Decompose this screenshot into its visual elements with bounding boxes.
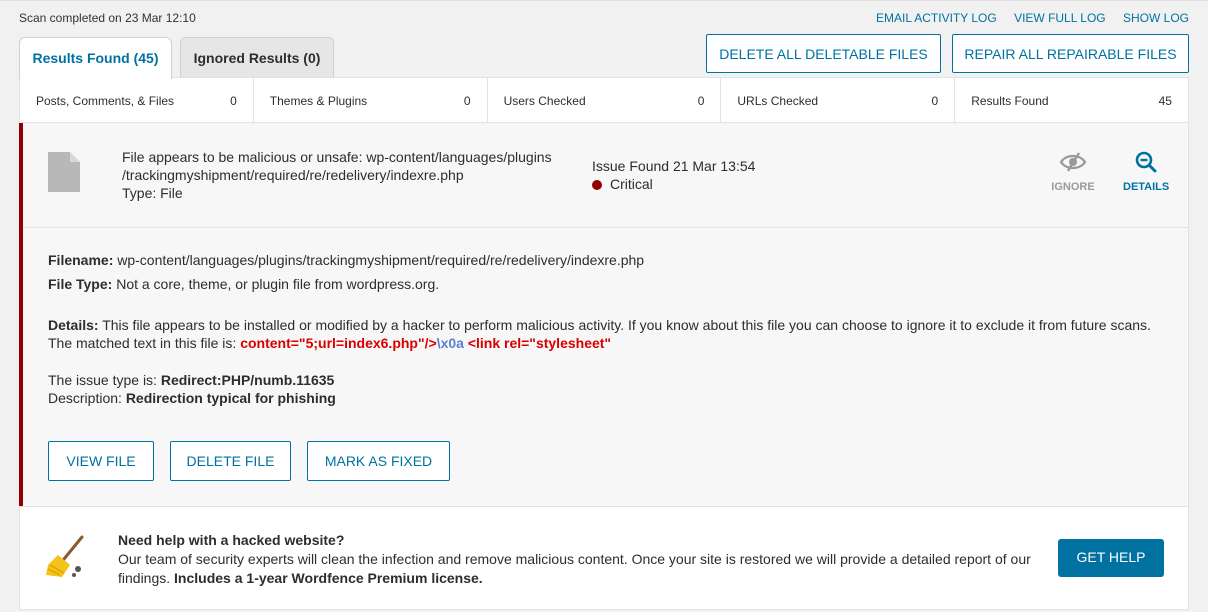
severity-dot-icon <box>592 180 602 191</box>
zoom-out-icon <box>1135 151 1157 173</box>
details-button[interactable]: DETAILS <box>1123 151 1169 193</box>
issue-found-date: Issue Found 21 Mar 13:54 <box>592 158 756 174</box>
view-file-button[interactable]: VIEW FILE <box>48 441 154 481</box>
issue-type-value: Redirect:PHP/numb.11635 <box>160 372 335 388</box>
stat-label: Users Checked <box>503 94 586 108</box>
stat-value: 45 <box>1158 94 1172 108</box>
get-help-button[interactable]: GET HELP <box>1058 539 1164 577</box>
severity: Critical <box>592 175 755 193</box>
description-label: Description: <box>48 390 122 406</box>
severity-label: Critical <box>610 176 653 192</box>
broom-icon <box>46 535 84 577</box>
stat-value: 0 <box>931 94 939 108</box>
filetype-label: File Type: <box>48 276 113 292</box>
issue-type: Type: File <box>122 185 183 201</box>
view-full-log-link[interactable]: VIEW FULL LOG <box>1014 11 1106 25</box>
description-value: Redirection typical for phishing <box>125 390 336 406</box>
repair-all-repairable-button[interactable]: REPAIR ALL REPAIRABLE FILES <box>952 34 1189 73</box>
issue-header: File appears to be malicious or unsafe: … <box>23 123 1189 228</box>
stat-themes-plugins: Themes & Plugins 0 <box>254 78 488 122</box>
matched-text-row: The matched text in this file is: conten… <box>48 334 1168 352</box>
ignore-button[interactable]: IGNORE <box>1050 151 1096 193</box>
scan-stats-bar: Posts, Comments, & Files 0 Themes & Plug… <box>19 77 1189 123</box>
details-label: DETAILS <box>1123 181 1170 193</box>
details-label: Details: <box>48 317 99 333</box>
file-icon <box>48 152 80 192</box>
filetype-value: Not a core, theme, or plugin file from w… <box>116 276 440 292</box>
stat-label: Results Found <box>971 94 1049 108</box>
stat-users-checked: Users Checked 0 <box>488 78 722 122</box>
stat-value: 0 <box>463 94 471 108</box>
matched-text-part: <link rel="stylesheet" <box>463 335 612 351</box>
details-text: This file appears to be installed or mod… <box>102 317 1151 333</box>
delete-all-deletable-button[interactable]: DELETE ALL DELETABLE FILES <box>706 34 941 73</box>
issue-panel: File appears to be malicious or unsafe: … <box>19 123 1189 506</box>
stat-posts-comments-files: Posts, Comments, & Files 0 <box>20 78 254 122</box>
filename-row: Filename: wp-content/languages/plugins/t… <box>48 251 1168 269</box>
issue-title: File appears to be malicious or unsafe: … <box>122 148 572 202</box>
help-panel: Need help with a hacked website? Our tea… <box>19 506 1189 610</box>
help-text: Need help with a hacked website? Our tea… <box>118 531 1043 588</box>
show-log-link[interactable]: SHOW LOG <box>1123 11 1189 25</box>
details-row: Details: This file appears to be install… <box>48 316 1168 334</box>
mark-as-fixed-button[interactable]: MARK AS FIXED <box>307 441 450 481</box>
delete-file-button[interactable]: DELETE FILE <box>170 441 291 481</box>
help-title: Need help with a hacked website? <box>118 532 345 548</box>
top-links: EMAIL ACTIVITY LOG VIEW FULL LOG SHOW LO… <box>862 11 1189 25</box>
eye-slash-icon <box>1059 152 1087 172</box>
filetype-row: File Type: Not a core, theme, or plugin … <box>48 275 1168 293</box>
issue-title-line: File appears to be malicious or unsafe: … <box>122 149 552 165</box>
stat-label: Themes & Plugins <box>269 94 368 108</box>
stat-urls-checked: URLs Checked 0 <box>721 78 956 122</box>
stat-label: URLs Checked <box>737 94 819 108</box>
help-license-note: Includes a 1-year Wordfence Premium lice… <box>174 570 483 586</box>
matched-text-part: content="5;url=index6.php"/> <box>240 335 437 351</box>
matched-prefix: The matched text in this file is: <box>48 335 237 351</box>
issue-title-line: /trackingmyshipment/required/re/redelive… <box>122 167 464 183</box>
description-row: Description: Redirection typical for phi… <box>48 389 1168 407</box>
filename-value: wp-content/languages/plugins/trackingmys… <box>117 252 645 268</box>
issue-type-row: The issue type is: Redirect:PHP/numb.116… <box>48 371 1168 389</box>
top-bar: Scan completed on 23 Mar 12:10 EMAIL ACT… <box>0 0 1208 37</box>
ignore-label: IGNORE <box>1051 181 1095 193</box>
tab-ignored-results[interactable]: Ignored Results (0) <box>180 37 334 77</box>
issue-details: Filename: wp-content/languages/plugins/t… <box>48 251 1168 407</box>
tab-results-found[interactable]: Results Found (45) <box>19 37 172 79</box>
stat-value: 0 <box>230 94 237 108</box>
matched-text-escape: \x0a <box>436 335 464 351</box>
stat-label: Posts, Comments, & Files <box>36 94 175 108</box>
issue-type-label: The issue type is: <box>48 372 157 388</box>
scan-status: Scan completed on 23 Mar 12:10 <box>19 11 196 25</box>
issue-meta: Issue Found 21 Mar 13:54 Critical <box>592 157 755 193</box>
stat-results-found: Results Found 45 <box>955 78 1188 122</box>
filename-label: Filename: <box>48 252 114 268</box>
help-body: Our team of security experts will clean … <box>118 550 1043 588</box>
stat-value: 0 <box>697 94 705 108</box>
email-activity-log-link[interactable]: EMAIL ACTIVITY LOG <box>876 11 997 25</box>
